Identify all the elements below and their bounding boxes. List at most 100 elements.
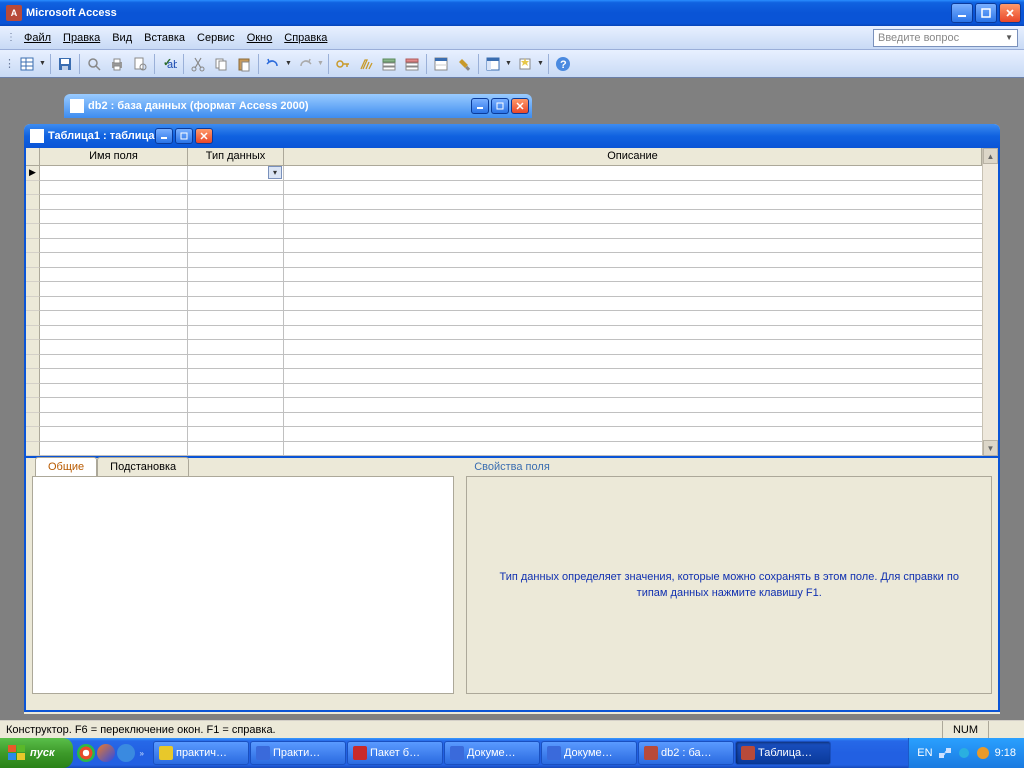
row-selector[interactable] (26, 282, 40, 297)
database-window-dropdown-icon[interactable]: ▼ (505, 60, 513, 67)
delete-rows-button[interactable] (401, 53, 423, 75)
row-selector[interactable] (26, 355, 40, 370)
cell-description[interactable] (284, 442, 982, 457)
view-dropdown-icon[interactable]: ▼ (39, 60, 47, 67)
cell-field-name[interactable] (40, 340, 188, 355)
grid-row[interactable] (26, 427, 982, 442)
row-selector[interactable] (26, 442, 40, 457)
cell-field-name[interactable] (40, 268, 188, 283)
taskbar-item[interactable]: практич… (153, 741, 249, 765)
tab-general[interactable]: Общие (35, 457, 97, 476)
row-selector[interactable] (26, 398, 40, 413)
cell-data-type[interactable] (188, 398, 284, 413)
taskbar-item[interactable]: Практи… (250, 741, 346, 765)
taskbar-item[interactable]: Докуме… (444, 741, 540, 765)
grid-row[interactable] (26, 297, 982, 312)
cell-field-name[interactable] (40, 355, 188, 370)
row-selector[interactable] (26, 297, 40, 312)
cell-field-name[interactable] (40, 181, 188, 196)
col-description[interactable]: Описание (284, 148, 982, 166)
row-selector[interactable] (26, 253, 40, 268)
cell-description[interactable] (284, 311, 982, 326)
taskbar-item[interactable]: Таблица… (735, 741, 831, 765)
language-indicator[interactable]: EN (917, 747, 932, 759)
app-maximize-button[interactable] (975, 3, 997, 23)
menu-view[interactable]: Вид (106, 30, 138, 46)
cell-description[interactable] (284, 282, 982, 297)
menu-tools[interactable]: Сервис (191, 30, 241, 46)
cell-data-type[interactable] (188, 340, 284, 355)
cell-description[interactable] (284, 253, 982, 268)
cell-field-name[interactable] (40, 311, 188, 326)
save-button[interactable] (54, 53, 76, 75)
row-selector[interactable] (26, 427, 40, 442)
cell-data-type[interactable] (188, 181, 284, 196)
row-selector[interactable] (26, 340, 40, 355)
quick-firefox-icon[interactable] (97, 744, 115, 762)
cell-data-type[interactable] (188, 442, 284, 457)
cell-data-type[interactable] (188, 369, 284, 384)
cut-button[interactable] (187, 53, 209, 75)
row-selector[interactable] (26, 239, 40, 254)
field-properties-panel[interactable]: Общие Подстановка (32, 476, 454, 694)
paste-button[interactable] (233, 53, 255, 75)
db-close-button[interactable] (511, 98, 529, 114)
indexes-button[interactable] (355, 53, 377, 75)
scroll-track[interactable] (983, 164, 998, 440)
scroll-up-button[interactable]: ▲ (983, 148, 998, 164)
grid-row[interactable] (26, 384, 982, 399)
menu-insert[interactable]: Вставка (138, 30, 191, 46)
cell-description[interactable] (284, 239, 982, 254)
row-selector[interactable] (26, 413, 40, 428)
grid-vertical-scrollbar[interactable]: ▲ ▼ (982, 148, 998, 456)
new-object-dropdown-icon[interactable]: ▼ (537, 60, 545, 67)
help-question-input[interactable]: Введите вопрос ▼ (873, 29, 1018, 47)
grid-row[interactable]: ▶ ▾ (26, 166, 982, 181)
tray-volume-icon[interactable] (957, 746, 971, 760)
cell-data-type[interactable]: ▾ (188, 166, 284, 181)
cell-description[interactable] (284, 355, 982, 370)
insert-rows-button[interactable] (378, 53, 400, 75)
grid-row[interactable] (26, 195, 982, 210)
cell-field-name[interactable] (40, 369, 188, 384)
cell-field-name[interactable] (40, 427, 188, 442)
view-button[interactable] (16, 53, 38, 75)
cell-data-type[interactable] (188, 268, 284, 283)
cell-description[interactable] (284, 369, 982, 384)
cell-data-type[interactable] (188, 224, 284, 239)
cell-description[interactable] (284, 398, 982, 413)
table-close-button[interactable] (195, 128, 213, 144)
grid-row[interactable] (26, 181, 982, 196)
app-close-button[interactable] (999, 3, 1021, 23)
cell-field-name[interactable] (40, 239, 188, 254)
grid-row[interactable] (26, 224, 982, 239)
print-preview-button[interactable] (129, 53, 151, 75)
spell-check-button[interactable]: ✓abc (158, 53, 180, 75)
cell-description[interactable] (284, 210, 982, 225)
cell-description[interactable] (284, 195, 982, 210)
cell-description[interactable] (284, 326, 982, 341)
new-object-button[interactable] (514, 53, 536, 75)
cell-data-type[interactable] (188, 326, 284, 341)
cell-field-name[interactable] (40, 297, 188, 312)
row-selector[interactable] (26, 195, 40, 210)
cell-description[interactable] (284, 181, 982, 196)
col-data-type[interactable]: Тип данных (188, 148, 284, 166)
row-selector[interactable]: ▶ (26, 166, 40, 181)
cell-field-name[interactable] (40, 210, 188, 225)
cell-data-type[interactable] (188, 297, 284, 312)
row-selector-header[interactable] (26, 148, 40, 166)
menu-help[interactable]: Справка (278, 30, 333, 46)
table-maximize-button[interactable] (175, 128, 193, 144)
cell-field-name[interactable] (40, 282, 188, 297)
col-field-name[interactable]: Имя поля (40, 148, 188, 166)
quick-launch-more-icon[interactable]: » (137, 749, 147, 758)
cell-data-type[interactable] (188, 210, 284, 225)
help-dropdown-icon[interactable]: ▼ (1005, 33, 1013, 42)
search-button[interactable] (83, 53, 105, 75)
undo-dropdown-icon[interactable]: ▼ (285, 60, 293, 67)
scroll-down-button[interactable]: ▼ (983, 440, 998, 456)
cell-description[interactable] (284, 297, 982, 312)
properties-button[interactable] (430, 53, 452, 75)
database-window[interactable]: db2 : база данных (формат Access 2000) (64, 94, 532, 118)
